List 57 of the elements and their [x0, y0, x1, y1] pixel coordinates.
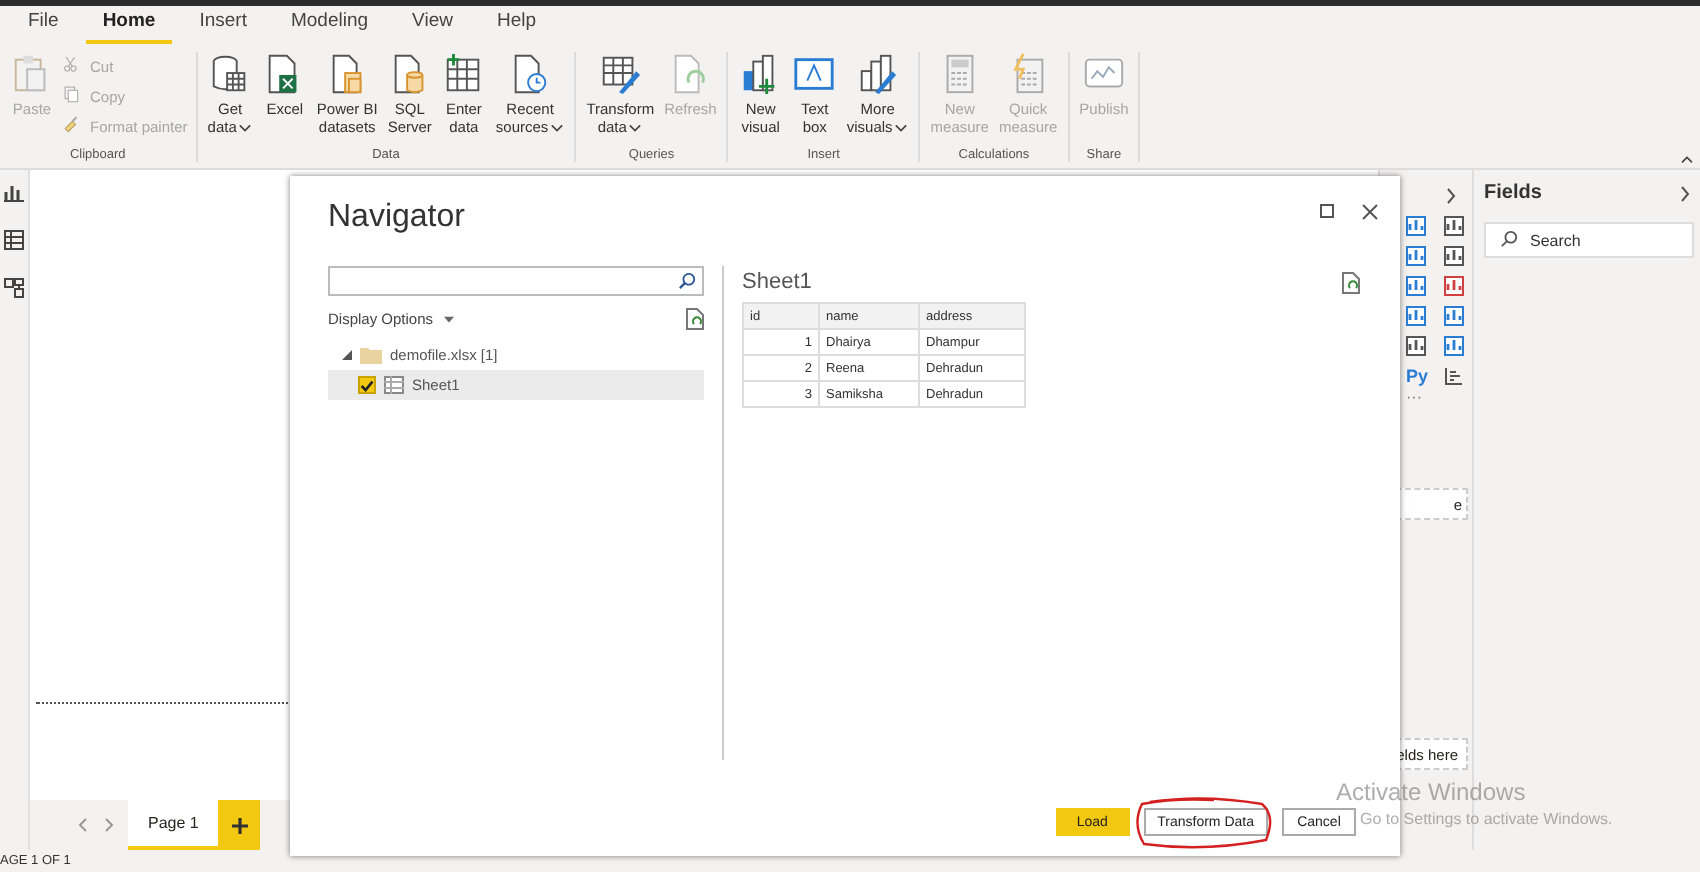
search-icon — [1500, 230, 1518, 248]
visual-type-icon — [1406, 276, 1426, 296]
pane-title: Fields — [1484, 182, 1542, 204]
visual-type-icon — [1406, 306, 1426, 326]
document-refresh-icon — [686, 308, 704, 330]
preview-title: Sheet1 — [742, 270, 812, 294]
search-field[interactable] — [328, 266, 704, 296]
maximize-button[interactable] — [1316, 200, 1338, 222]
plus-icon — [231, 817, 248, 833]
visual-type-icon — [1444, 366, 1464, 386]
activation-notice-text: Go to Settings to activate Windows. — [1360, 810, 1613, 828]
add-page-button[interactable] — [218, 800, 261, 850]
search-field[interactable]: Search — [1484, 222, 1694, 258]
visual-type-icon — [1444, 336, 1464, 356]
menu-tab[interactable]: Help — [480, 10, 553, 44]
maximize-icon — [1320, 204, 1334, 218]
menu-tab[interactable]: File — [12, 10, 75, 44]
visual-type-icon — [1444, 306, 1464, 326]
refresh-button[interactable] — [686, 308, 704, 330]
visual-type-icon — [1444, 276, 1464, 296]
page-tab[interactable]: Page 1 — [128, 800, 219, 850]
menu-tab[interactable]: View — [396, 10, 469, 44]
search-icon — [678, 272, 696, 290]
caret-icon — [550, 121, 565, 133]
menu-tab[interactable]: Modeling — [274, 10, 385, 44]
caret-icon — [894, 121, 909, 133]
close-icon — [1362, 204, 1378, 220]
caret-icon — [443, 315, 454, 323]
chevron-right-icon — [1446, 188, 1456, 204]
chevron-right-icon — [1680, 185, 1690, 201]
folder-icon — [360, 346, 382, 364]
document-icon — [1342, 271, 1360, 293]
collapse-icon — [1680, 154, 1694, 164]
sheet-icon — [384, 376, 404, 394]
table-pencil-icon — [598, 52, 643, 96]
visual-type-icon — [1406, 216, 1426, 236]
visual-type-icon — [1406, 336, 1426, 356]
previous-icon — [78, 818, 88, 832]
text-box-icon — [792, 52, 837, 96]
checkbox[interactable] — [358, 376, 376, 394]
python-visual-icon[interactable]: Py — [1406, 366, 1426, 386]
visual-type-icon — [1444, 246, 1464, 266]
next-icon — [104, 818, 114, 832]
close-button[interactable] — [1358, 200, 1382, 224]
visual-type-icon — [1406, 246, 1426, 266]
export-button[interactable] — [1342, 271, 1360, 293]
caret-icon — [628, 121, 643, 133]
table-icon — [4, 230, 24, 250]
chart-pencil-icon — [855, 52, 900, 96]
caret-icon — [238, 121, 253, 133]
checkmark-icon — [360, 379, 374, 391]
bar-chart-icon — [4, 182, 24, 202]
visual-type-icon — [1444, 216, 1464, 236]
dialog-title: Navigator — [328, 200, 465, 238]
menu-tab[interactable]: Home — [86, 10, 172, 44]
menu-tab[interactable]: Insert — [183, 10, 263, 44]
model-icon — [4, 278, 24, 298]
